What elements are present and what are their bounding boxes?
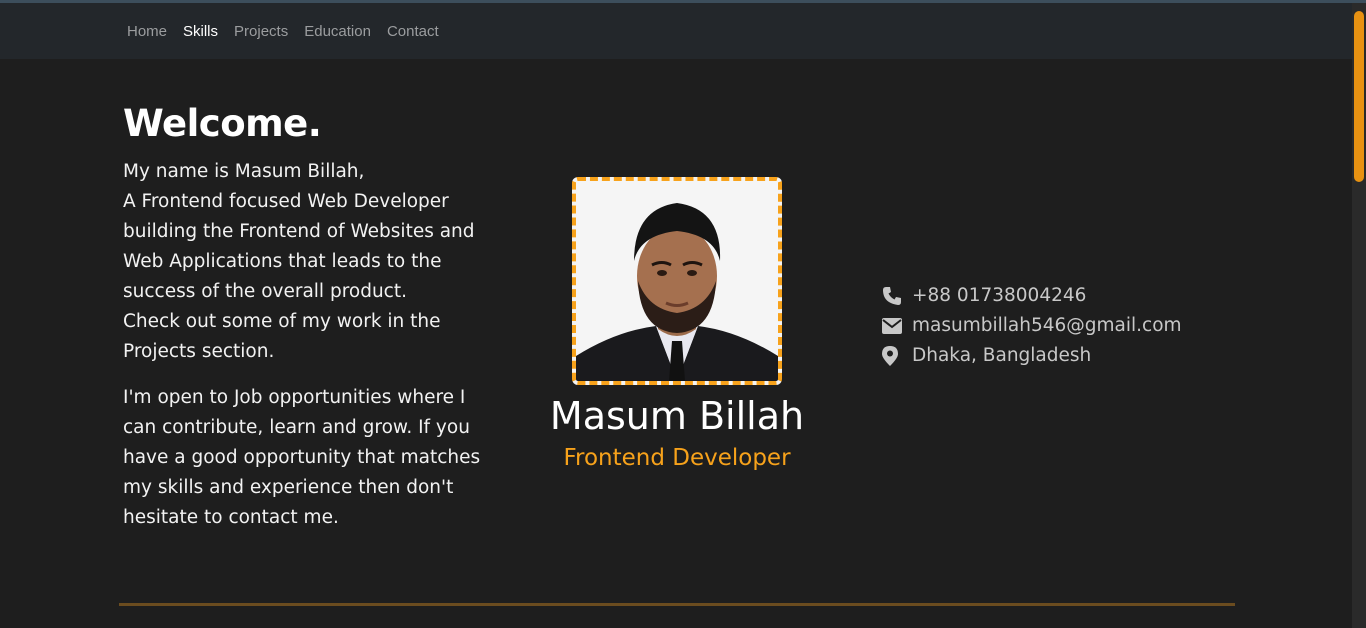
contact-phone[interactable]: +88 01738004246 bbox=[882, 281, 1182, 311]
intro-line: Web Applications that leads to the bbox=[123, 251, 442, 272]
open-to-work-paragraph: I'm open to Job opportunities where I ca… bbox=[123, 383, 481, 533]
intro-text: My name is Masum Billah, A Frontend focu… bbox=[123, 157, 481, 549]
profile-role: Frontend Developer bbox=[563, 445, 791, 471]
contact-location: Dhaka, Bangladesh bbox=[882, 341, 1182, 371]
nav-link-contact[interactable]: Contact bbox=[387, 23, 439, 40]
intro-paragraph: My name is Masum Billah, A Frontend focu… bbox=[123, 157, 478, 367]
envelope-icon bbox=[882, 316, 906, 336]
nav-link-projects[interactable]: Projects bbox=[234, 23, 288, 40]
open-line: have a good opportunity that matches bbox=[123, 447, 481, 468]
navbar: Home Skills Projects Education Contact bbox=[0, 3, 1352, 59]
intro-line: success of the overall product. bbox=[123, 281, 407, 302]
open-line: I'm open to Job opportunities where I bbox=[123, 387, 466, 408]
section-divider bbox=[119, 603, 1235, 606]
welcome-heading: Welcome. bbox=[123, 102, 322, 145]
open-line: my skills and experience then don't bbox=[123, 477, 454, 498]
contact-email[interactable]: masumbillah546@gmail.com bbox=[882, 311, 1182, 341]
open-line: hesitate to contact me. bbox=[123, 507, 339, 528]
intro-line: My name is Masum Billah, bbox=[123, 161, 365, 182]
nav-list: Home Skills Projects Education Contact bbox=[127, 3, 455, 59]
map-marker-icon bbox=[882, 346, 906, 366]
intro-line: Projects section. bbox=[123, 341, 275, 362]
phone-text: +88 01738004246 bbox=[912, 285, 1087, 306]
open-line: can contribute, learn and grow. If you bbox=[123, 417, 470, 438]
phone-icon bbox=[882, 286, 906, 306]
intro-line: building the Frontend of Websites and bbox=[123, 221, 475, 242]
intro-line: A Frontend focused Web Developer bbox=[123, 191, 449, 212]
scrollbar-thumb[interactable] bbox=[1354, 11, 1364, 182]
contact-info: +88 01738004246 masumbillah546@gmail.com… bbox=[882, 281, 1182, 371]
nav-link-home[interactable]: Home bbox=[127, 23, 167, 40]
profile-name: Masum Billah bbox=[549, 394, 805, 438]
nav-link-education[interactable]: Education bbox=[304, 23, 371, 40]
nav-link-skills[interactable]: Skills bbox=[183, 23, 218, 40]
profile-photo bbox=[576, 181, 778, 381]
intro-line: Check out some of my work in the bbox=[123, 311, 441, 332]
location-text: Dhaka, Bangladesh bbox=[912, 345, 1092, 366]
email-text: masumbillah546@gmail.com bbox=[912, 315, 1182, 336]
profile-photo-frame bbox=[572, 177, 782, 385]
scrollbar-track[interactable] bbox=[1352, 3, 1366, 628]
